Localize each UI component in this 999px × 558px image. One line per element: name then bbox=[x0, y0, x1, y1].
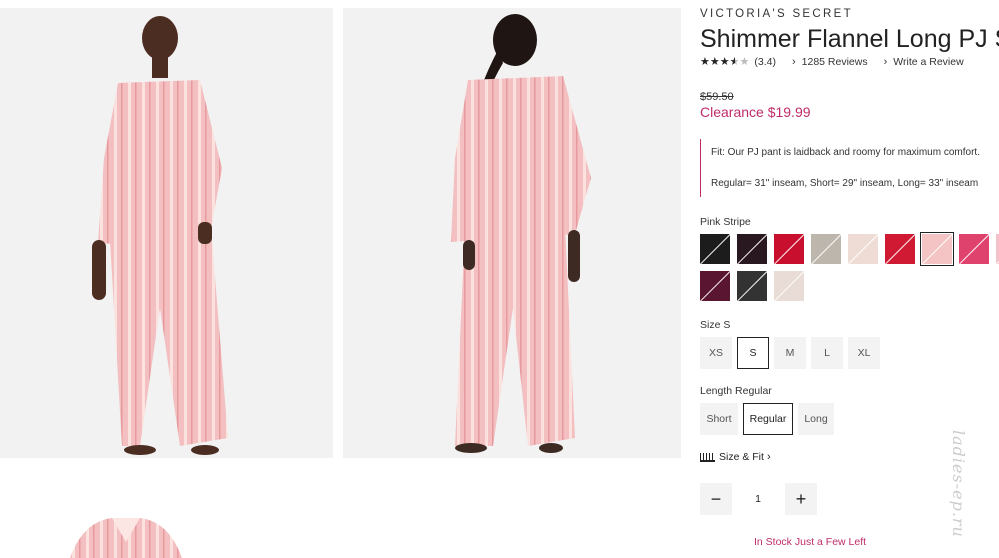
size-fit-label: Size & Fit bbox=[719, 451, 764, 463]
reviews-link-label: 1285 Reviews bbox=[801, 56, 868, 68]
blush-swatch[interactable] bbox=[848, 234, 878, 264]
rating-stars: ★ ★ ★ ★ ★ bbox=[700, 55, 750, 68]
fit-note: Fit: Our PJ pant is laidback and roomy f… bbox=[700, 139, 980, 197]
size-option-l[interactable]: L bbox=[811, 337, 843, 369]
quantity-value[interactable]: 1 bbox=[748, 483, 768, 515]
decrease-quantity-button[interactable]: − bbox=[700, 483, 732, 515]
write-review-link[interactable]: › Write a Review bbox=[884, 56, 964, 68]
black-white-plaid-swatch[interactable] bbox=[737, 271, 767, 301]
chevron-right-icon: › bbox=[766, 451, 771, 463]
chevron-right-icon: › bbox=[791, 56, 796, 68]
size-option-xs[interactable]: XS bbox=[700, 337, 732, 369]
pink-stripe-swatch[interactable] bbox=[920, 232, 954, 266]
black-multi-swatch[interactable] bbox=[700, 234, 730, 264]
length-label: Length Regular bbox=[700, 385, 772, 397]
original-price: $59.50 bbox=[700, 91, 734, 103]
length-option-long[interactable]: Long bbox=[798, 403, 834, 435]
fit-note-line: Fit: Our PJ pant is laidback and roomy f… bbox=[711, 147, 980, 158]
write-review-label: Write a Review bbox=[893, 56, 964, 68]
rating-row: ★ ★ ★ ★ ★ (3.4) › 1285 Reviews › Write a… bbox=[700, 56, 964, 68]
star-empty-icon: ★ bbox=[739, 55, 750, 68]
pink-plaid-swatch[interactable] bbox=[959, 234, 989, 264]
leopard-swatch[interactable] bbox=[811, 234, 841, 264]
product-image-front[interactable] bbox=[0, 8, 333, 458]
product-image-detail[interactable] bbox=[0, 468, 333, 558]
half-star-icon: ★ bbox=[729, 55, 740, 68]
star-icon: ★ bbox=[719, 55, 730, 68]
star-icon: ★ bbox=[709, 55, 720, 68]
size-option-m[interactable]: M bbox=[774, 337, 806, 369]
red-swatch[interactable] bbox=[774, 234, 804, 264]
inseam-note-line: Regular= 31" inseam, Short= 29" inseam, … bbox=[711, 178, 979, 189]
red-stripe-swatch[interactable] bbox=[885, 234, 915, 264]
ruler-icon bbox=[700, 452, 715, 462]
sale-price: Clearance $19.99 bbox=[700, 104, 811, 120]
cream-plaid-swatch[interactable] bbox=[774, 271, 804, 301]
size-label: Size S bbox=[700, 319, 731, 331]
length-option-short[interactable]: Short bbox=[700, 403, 738, 435]
size-fit-link[interactable]: Size & Fit › bbox=[700, 451, 777, 463]
size-option-s[interactable]: S bbox=[737, 337, 769, 369]
size-option-xl[interactable]: XL bbox=[848, 337, 880, 369]
product-image-back[interactable] bbox=[343, 8, 681, 458]
reviews-link[interactable]: › 1285 Reviews bbox=[792, 56, 868, 68]
increase-quantity-button[interactable]: + bbox=[785, 483, 817, 515]
chevron-right-icon: › bbox=[883, 56, 888, 68]
product-title: Shimmer Flannel Long PJ Set bbox=[700, 25, 999, 53]
color-label: Pink Stripe bbox=[700, 216, 751, 228]
brand-name: VICTORIA'S SECRET bbox=[700, 8, 853, 20]
rating-value: (3.4) bbox=[754, 56, 776, 68]
length-option-regular[interactable]: Regular bbox=[743, 403, 793, 435]
star-icon: ★ bbox=[700, 55, 710, 68]
stock-status: In Stock Just a Few Left bbox=[754, 536, 867, 548]
watermark: ladies-ep.ru bbox=[949, 430, 968, 538]
black-pink-swatch[interactable] bbox=[737, 234, 767, 264]
burgundy-plaid-swatch[interactable] bbox=[700, 271, 730, 301]
